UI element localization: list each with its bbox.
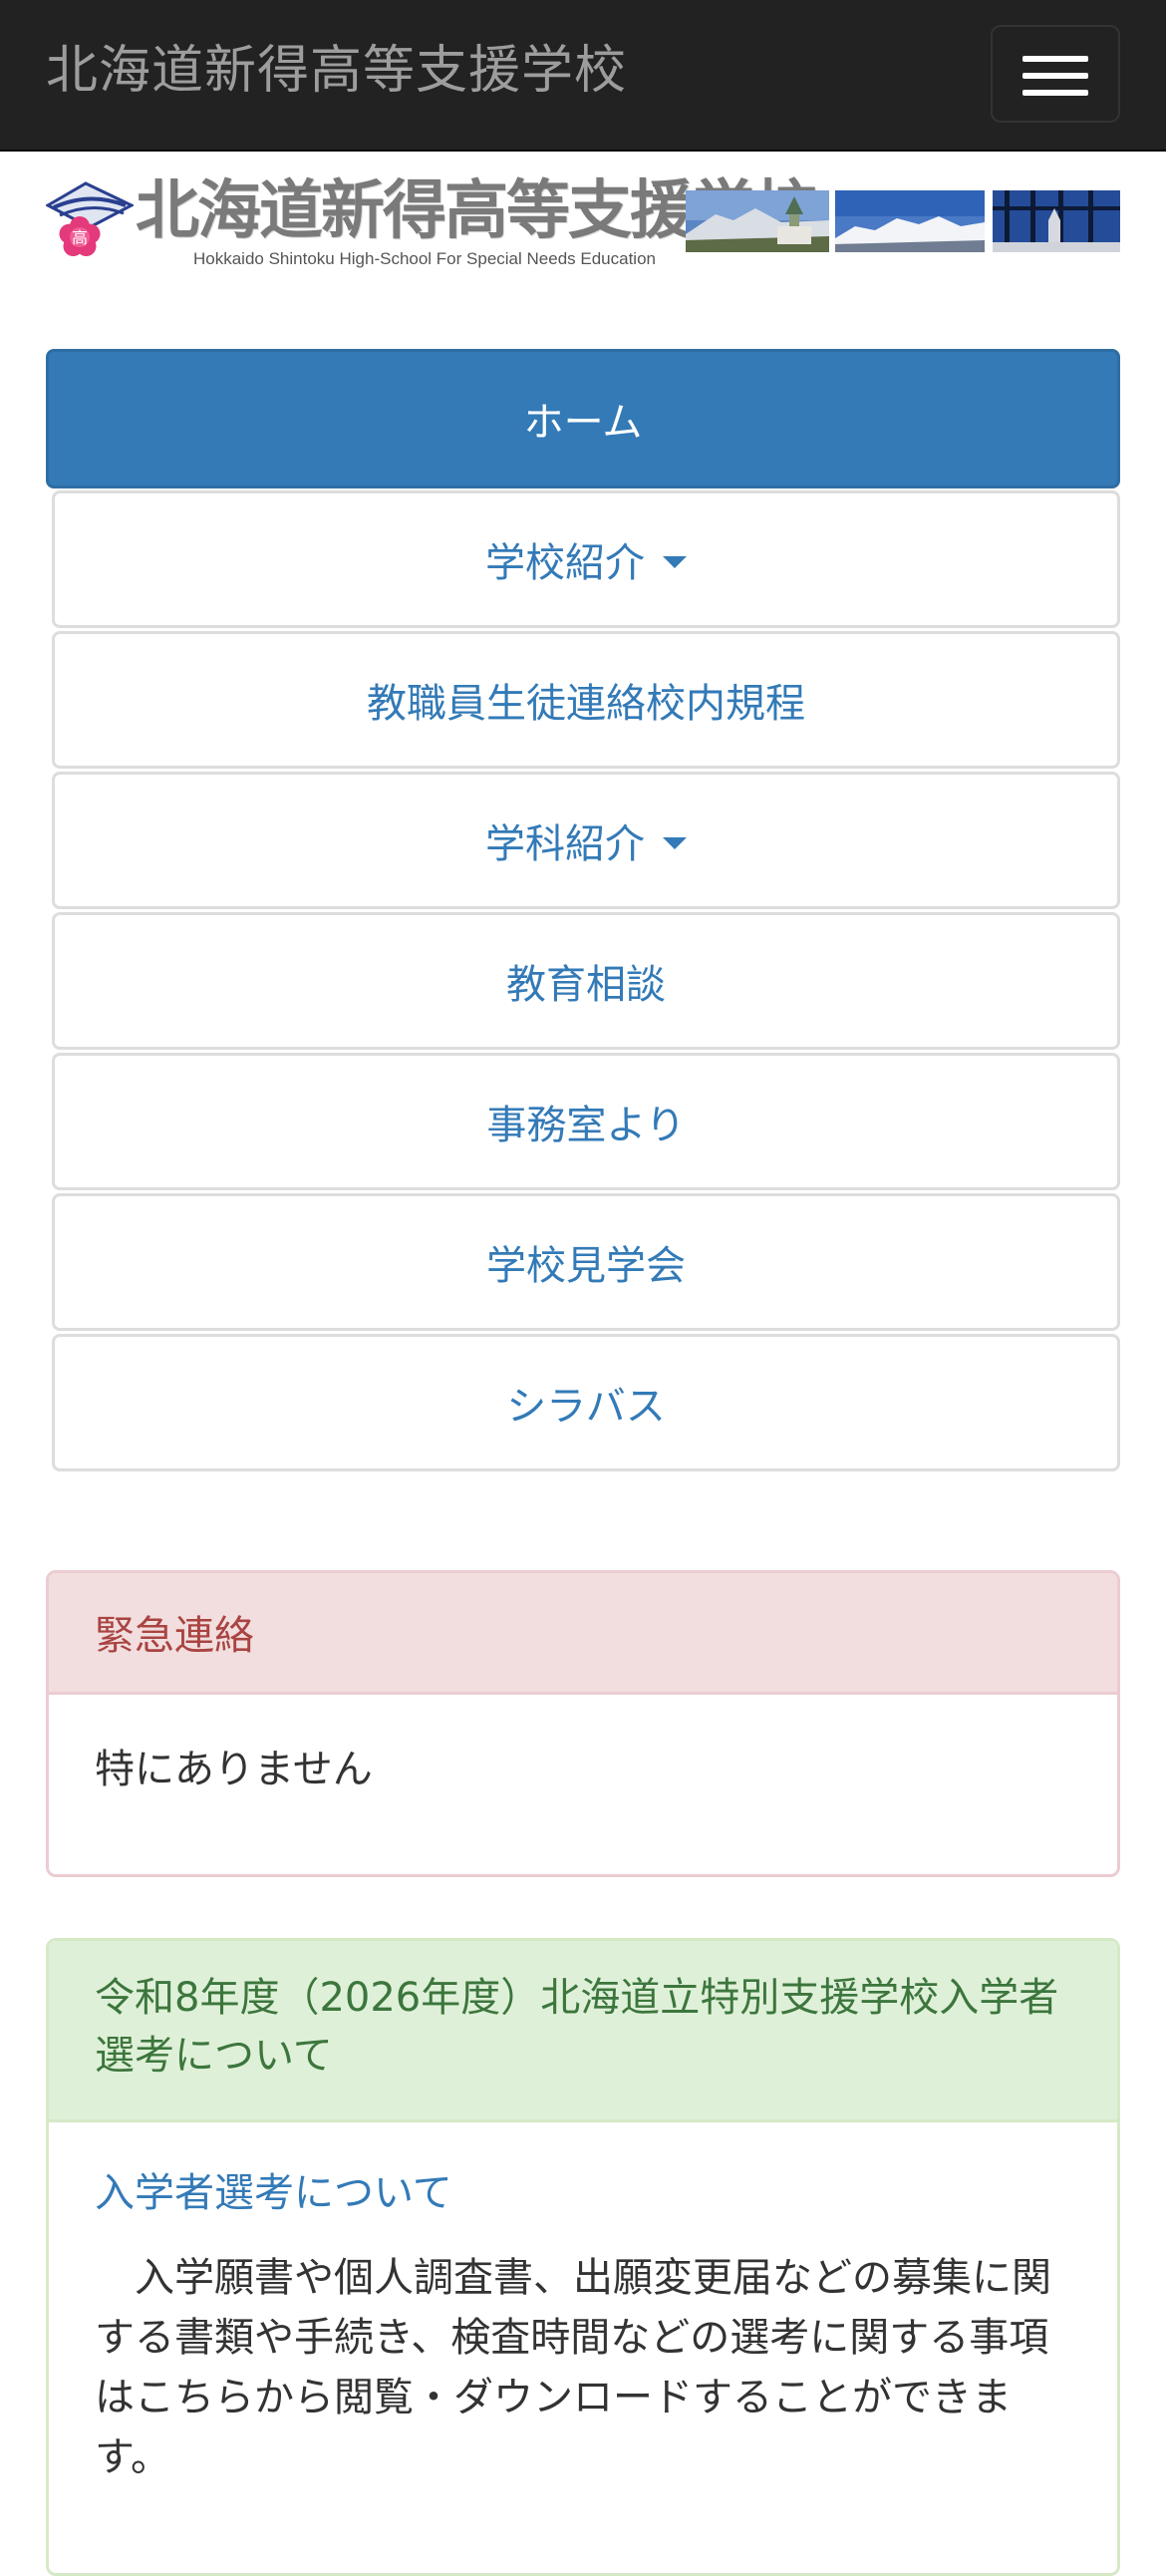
- nav-item-school-tour[interactable]: 学校見学会: [52, 1193, 1120, 1331]
- nav-item-department-intro[interactable]: 学科紹介: [52, 772, 1120, 909]
- school-emblem-icon: 高: [46, 181, 134, 256]
- caret-down-icon: [663, 837, 687, 849]
- nav-item-label: シラバス: [506, 1384, 666, 1430]
- nav-item-label: 事務室より: [486, 1103, 686, 1148]
- banner-logo-subtitle: Hokkaido Shintoku High-School For Specia…: [193, 249, 656, 268]
- snowy-mountains-photo: [835, 190, 985, 252]
- caret-down-icon: [663, 556, 687, 568]
- mountain-church-photo: [686, 190, 829, 252]
- admission-link[interactable]: 入学者選考について: [95, 2170, 452, 2216]
- nav-item-label: 学科紹介: [485, 821, 645, 867]
- admission-description: 入学願書や個人調査書、出願変更届などの募集に関する書類や手続き、検査時間などの選…: [95, 2255, 1051, 2480]
- hamburger-icon: [1022, 56, 1088, 62]
- nav-item-label: 教育相談: [506, 962, 666, 1008]
- hamburger-icon-bar: [1022, 90, 1088, 96]
- nav-item-syllabus[interactable]: シラバス: [52, 1334, 1120, 1471]
- nav-item-label: 学校見学会: [486, 1243, 686, 1289]
- admission-panel-title: 令和8年度（2026年度）北海道立特別支援学校入学者選考について: [49, 1941, 1117, 2122]
- nav-item-education-consultation[interactable]: 教育相談: [52, 912, 1120, 1050]
- emergency-panel-title: 緊急連絡: [49, 1573, 1117, 1695]
- top-navbar: 北海道新得高等支援学校: [0, 0, 1166, 152]
- nav-item-label: ホーム: [523, 400, 643, 446]
- nav-item-school-intro[interactable]: 学校紹介: [52, 490, 1120, 628]
- school-banner[interactable]: 高 北海道新得高等支援学校 Hokkaido Shintoku High-Sch…: [46, 175, 1120, 277]
- navbar-brand[interactable]: 北海道新得高等支援学校: [46, 38, 627, 104]
- nav-item-home[interactable]: ホーム: [46, 349, 1120, 488]
- hamburger-menu-button[interactable]: [991, 25, 1120, 123]
- nav-item-label: 教職員生徒連絡校内規程: [367, 681, 805, 727]
- nav-item-staff-rules[interactable]: 教職員生徒連絡校内規程: [52, 631, 1120, 769]
- nav-item-office[interactable]: 事務室より: [52, 1053, 1120, 1190]
- emergency-panel-body: 特にありません: [95, 1747, 373, 1792]
- admission-panel: 令和8年度（2026年度）北海道立特別支援学校入学者選考について 入学者選考につ…: [46, 1938, 1120, 2576]
- nav-item-label: 学校紹介: [485, 540, 645, 586]
- emblem-char: 高: [72, 228, 88, 247]
- admission-panel-body: 入学者選考について 入学願書や個人調査書、出願変更届などの募集に関する書類や手続…: [49, 2122, 1117, 2487]
- church-window-photo: [993, 190, 1120, 252]
- emergency-panel: 緊急連絡 特にありません: [46, 1570, 1120, 1877]
- hamburger-icon-bar: [1022, 73, 1088, 79]
